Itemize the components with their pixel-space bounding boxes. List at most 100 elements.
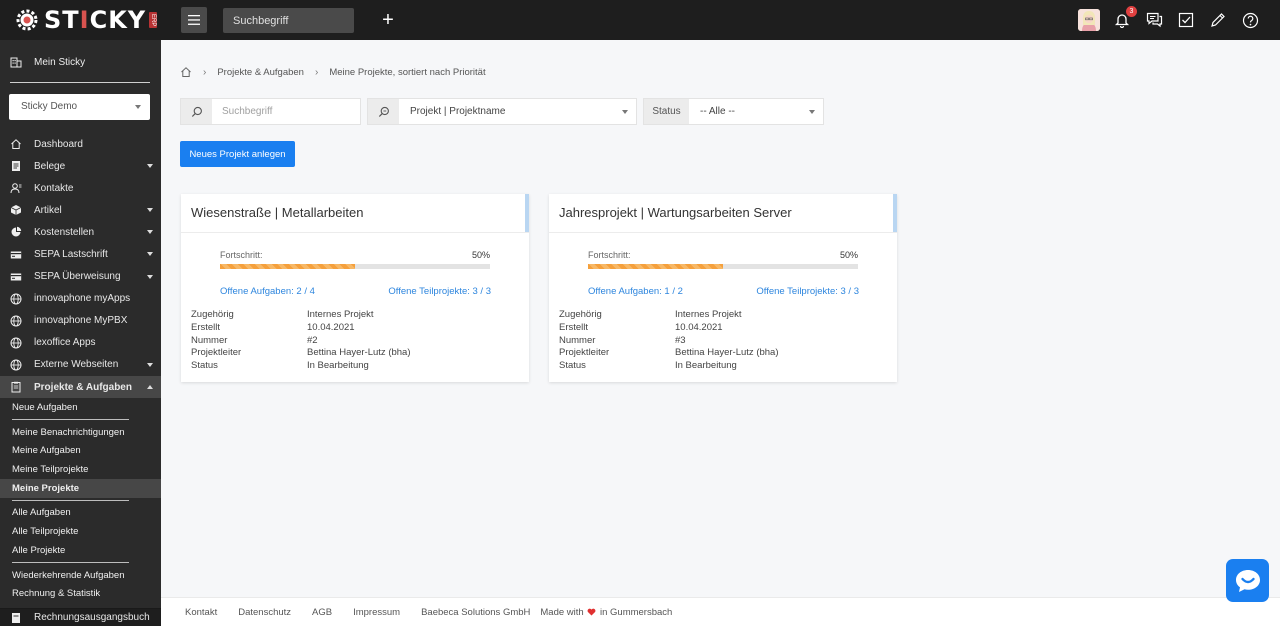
- home-icon[interactable]: [180, 66, 192, 78]
- plus-icon[interactable]: +: [378, 9, 398, 31]
- sidebar-sub-meine-projekte[interactable]: Meine Projekte: [0, 479, 161, 498]
- progress-label: Fortschritt:: [588, 250, 631, 260]
- sidebar-sub-meine-benachrichtigungen[interactable]: Meine Benachrichtigungen: [0, 423, 161, 442]
- sidebar-sub-wiederkehrende-aufgaben[interactable]: Wiederkehrende Aufgaben: [0, 566, 161, 585]
- avatar[interactable]: [1078, 9, 1100, 31]
- sidebar-item-artikel[interactable]: Artikel: [0, 199, 161, 221]
- new-project-button[interactable]: Neues Projekt anlegen: [180, 141, 295, 167]
- home-icon: [10, 138, 22, 150]
- footer-link-company[interactable]: Baebeca Solutions GmbH: [421, 607, 530, 618]
- field-select-value: Projekt | Projektname: [410, 106, 506, 117]
- open-tasks-link[interactable]: Offene Aufgaben: 2 / 4: [220, 286, 315, 297]
- footer-made-with: Made with in Gummersbach: [540, 606, 673, 618]
- chevron-down-icon: [147, 252, 153, 257]
- project-title[interactable]: Jahresprojekt | Wartungsarbeiten Server: [559, 194, 792, 232]
- sidebar-sub-alle-teilprojekte[interactable]: Alle Teilprojekte: [0, 522, 161, 541]
- progress-fill: [220, 264, 355, 269]
- progress-fill: [588, 264, 723, 269]
- footer-link-impressum[interactable]: Impressum: [353, 607, 400, 618]
- footer-link-datenschutz[interactable]: Datenschutz: [238, 607, 291, 618]
- sidebar-item-innovaphone-myapps[interactable]: innovaphone myApps: [0, 288, 161, 310]
- menu-toggle-button[interactable]: [181, 7, 207, 33]
- sidebar-item-sepa-ueberweisung[interactable]: SEPA Überweisung: [0, 266, 161, 288]
- sidebar-item-label: Rechnungsausgangsbuch: [34, 612, 150, 623]
- sidebar-sub-neue-aufgaben[interactable]: Neue Aufgaben: [0, 398, 161, 417]
- notifications-button[interactable]: 3: [1112, 6, 1137, 30]
- sidebar-sub-divider: [12, 500, 129, 501]
- global-search-input[interactable]: [223, 8, 354, 33]
- sidebar-item-dashboard[interactable]: Dashboard: [0, 133, 161, 155]
- sidebar-sub-meine-teilprojekte[interactable]: Meine Teilprojekte: [0, 460, 161, 479]
- chevron-down-icon: [147, 164, 153, 169]
- field-select[interactable]: Projekt | Projektname: [367, 98, 637, 125]
- document-icon: [10, 160, 22, 172]
- sidebar-item-sepa-lastschrift[interactable]: SEPA Lastschrift: [0, 243, 161, 265]
- footer: Kontakt Datenschutz AGB Impressum Baebec…: [161, 597, 1280, 626]
- sidebar-menu: Dashboard Belege Kontakte Artikel Kosten…: [0, 133, 161, 399]
- company-select[interactable]: Sticky Demo: [9, 94, 150, 120]
- meta-row: Zugehörig Internes Projekt: [191, 309, 374, 320]
- sidebar-item-label: innovaphone myApps: [34, 293, 131, 305]
- chat-bubble-icon: [1235, 569, 1260, 592]
- sidebar-item-projekte-aufgaben[interactable]: Projekte & Aufgaben: [0, 376, 161, 399]
- footer-link-kontakt[interactable]: Kontakt: [185, 607, 217, 618]
- sidebar-sub-divider: [12, 419, 129, 420]
- status-select[interactable]: Status -- Alle --: [643, 98, 824, 125]
- chat-widget-button[interactable]: [1226, 559, 1269, 602]
- breadcrumb: › Projekte & Aufgaben › Meine Projekte, …: [180, 64, 486, 80]
- chevron-up-icon: [147, 385, 153, 390]
- meta-row: Erstellt 10.04.2021: [191, 321, 355, 333]
- sidebar-sub-alle-projekte[interactable]: Alle Projekte: [0, 541, 161, 560]
- sidebar-sub-meine-aufgaben[interactable]: Meine Aufgaben: [0, 441, 161, 460]
- chevron-right-icon: ›: [314, 66, 319, 78]
- sidebar-divider: [10, 82, 150, 83]
- card-icon: [10, 249, 22, 261]
- project-card[interactable]: Jahresprojekt | Wartungsarbeiten Server …: [549, 194, 897, 382]
- progress-bar: [220, 264, 490, 269]
- project-title[interactable]: Wiesenstraße | Metallarbeiten: [191, 194, 363, 232]
- menu-icon: [188, 15, 200, 25]
- chevron-down-icon: [147, 274, 153, 279]
- top-icons: 3: [1078, 6, 1260, 32]
- sidebar-item-belege[interactable]: Belege: [0, 155, 161, 177]
- clipboard-icon: [10, 381, 22, 393]
- sidebar-item-label: lexoffice Apps: [34, 337, 96, 349]
- messages-button[interactable]: [1144, 10, 1164, 30]
- sidebar-item-kostenstellen[interactable]: Kostenstellen: [0, 221, 161, 243]
- meta-row: Erstellt 10.04.2021: [559, 321, 723, 333]
- search-input[interactable]: [212, 99, 360, 124]
- project-card[interactable]: Wiesenstraße | Metallarbeiten Fortschrit…: [181, 194, 529, 382]
- sidebar-item-label: Projekte & Aufgaben: [34, 381, 132, 393]
- search-icon: [181, 99, 212, 124]
- card-icon: [10, 271, 22, 283]
- globe-icon: [10, 293, 22, 305]
- open-subprojects-link[interactable]: Offene Teilprojekte: 3 / 3: [388, 286, 491, 297]
- sidebar-sub-alle-aufgaben[interactable]: Alle Aufgaben: [0, 503, 161, 522]
- sidebar-item-label: Belege: [34, 160, 66, 172]
- card-divider: [549, 232, 897, 233]
- sidebar-item-lexoffice-apps[interactable]: lexoffice Apps: [0, 332, 161, 354]
- sidebar-item-label: Kontakte: [34, 182, 74, 194]
- globe-icon: [10, 315, 22, 327]
- tasks-button[interactable]: [1176, 10, 1196, 30]
- sidebar-item-label: SEPA Lastschrift: [34, 249, 108, 261]
- sidebar-item-mein-sticky[interactable]: Mein Sticky: [0, 40, 161, 84]
- card-divider: [181, 232, 529, 233]
- edit-button[interactable]: [1208, 10, 1228, 30]
- sidebar-sub-divider: [12, 562, 129, 563]
- sidebar-item-label: Externe Webseiten: [34, 359, 119, 371]
- sidebar-item-innovaphone-mypbx[interactable]: innovaphone MyPBX: [0, 310, 161, 332]
- sidebar-item-rechnungsausgangsbuch[interactable]: Rechnungsausgangsbuch: [0, 608, 161, 626]
- logo[interactable]: STICKY ERP: [14, 6, 158, 34]
- notification-badge: 3: [1126, 6, 1137, 17]
- open-tasks-link[interactable]: Offene Aufgaben: 1 / 2: [588, 286, 683, 297]
- sidebar-item-externe-webseiten[interactable]: Externe Webseiten: [0, 354, 161, 376]
- open-subprojects-link[interactable]: Offene Teilprojekte: 3 / 3: [756, 286, 859, 297]
- footer-link-agb[interactable]: AGB: [312, 607, 332, 618]
- help-icon: [1242, 12, 1258, 28]
- sidebar-item-kontakte[interactable]: Kontakte: [0, 177, 161, 199]
- sidebar-sub-rechnung-statistik[interactable]: Rechnung & Statistik: [0, 584, 161, 603]
- breadcrumb-item-projekte[interactable]: Projekte & Aufgaben: [217, 67, 304, 78]
- search-field-icon: [368, 99, 399, 124]
- help-button[interactable]: [1240, 10, 1260, 30]
